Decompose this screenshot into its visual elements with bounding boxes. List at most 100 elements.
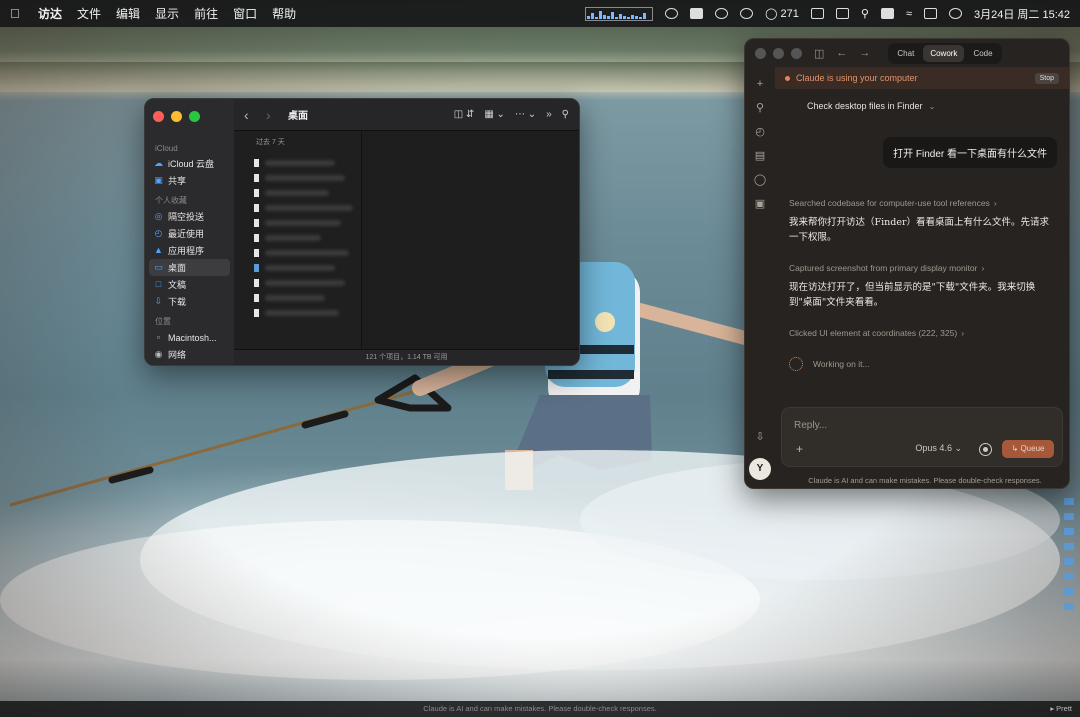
forward-arrow-icon[interactable]: → <box>859 47 870 59</box>
finder-column-1[interactable]: 过去 7 天 <box>234 131 362 349</box>
file-row[interactable] <box>254 203 353 213</box>
lightbulb-icon[interactable]: ◯ <box>753 173 767 187</box>
menu-file[interactable]: 文件 <box>77 5 101 22</box>
wechat-icon[interactable] <box>715 8 729 19</box>
folder-icon[interactable] <box>1064 528 1074 535</box>
cast-icon[interactable] <box>665 8 679 19</box>
file-row[interactable] <box>254 293 353 303</box>
search-icon[interactable]: ⚲ <box>753 101 767 115</box>
folder-icon[interactable] <box>1064 498 1074 505</box>
folder-icon[interactable] <box>1064 513 1074 520</box>
back-arrow-icon[interactable]: ← <box>836 47 847 59</box>
file-row[interactable] <box>254 308 353 318</box>
minimize-button[interactable] <box>773 47 784 59</box>
search-icon[interactable]: ⚲ <box>562 109 569 120</box>
folder-icon[interactable] <box>1064 603 1074 610</box>
close-button[interactable] <box>755 47 766 59</box>
bell-icon[interactable] <box>740 8 754 19</box>
finder-window[interactable]: iCloud ☁ iCloud 云盘 ▣ 共享 个人收藏 ◎ 隔空投送 ◴ 最近… <box>144 98 580 366</box>
sidebar-item-label: 网络 <box>168 350 187 360</box>
network-monitor-graph[interactable] <box>585 6 654 21</box>
menu-help[interactable]: 帮助 <box>272 5 296 22</box>
conversation: Check desktop files in Finder ⌄ 打开 Finder… <box>789 95 1057 395</box>
attach-icon[interactable]: + <box>796 442 803 456</box>
sidebar-item-downloads[interactable]: ⇩ 下载 <box>149 293 230 310</box>
sidebar-item-shared[interactable]: ▣ 共享 <box>149 172 230 189</box>
view-columns-icon[interactable]: ◫ ⇵ <box>454 109 475 120</box>
file-row[interactable] <box>254 248 353 258</box>
chevron-right-icon: › <box>993 198 997 208</box>
queue-button[interactable]: ↳ Queue <box>1002 440 1054 458</box>
column-group-header: 过去 7 天 <box>256 139 285 146</box>
chat-count-badge[interactable]: ◯ 271 <box>765 7 799 20</box>
folder-icon[interactable] <box>1064 543 1074 550</box>
download-icon[interactable]: ⇩ <box>753 430 767 444</box>
file-row[interactable] <box>254 263 353 273</box>
new-chat-icon[interactable]: + <box>753 77 767 91</box>
sidebar-item-macintosh-hd[interactable]: ▫ Macintosh... <box>149 329 230 346</box>
sidebar-item-label: 共享 <box>168 176 187 186</box>
minimize-button[interactable] <box>171 111 182 122</box>
sidebar-item-icloud-drive[interactable]: ☁ iCloud 云盘 <box>149 155 230 172</box>
zoom-button[interactable] <box>791 47 802 59</box>
tab-cowork[interactable]: Cowork <box>923 44 965 62</box>
more-actions-icon[interactable]: ⋯ ⌄ <box>515 109 536 120</box>
file-row[interactable] <box>254 158 353 168</box>
assistant-reply: 现在访达打开了，但当前显示的是"下载"文件夹。我来切换到"桌面"文件夹看看。 <box>789 282 1036 308</box>
folder-icon[interactable] <box>1064 588 1074 595</box>
file-row[interactable] <box>254 278 353 288</box>
tab-code[interactable]: Code <box>966 45 999 62</box>
tool-step[interactable]: Clicked UI element at coordinates (222, … <box>789 328 964 338</box>
menu-bar-clock[interactable]: 3月24日 周二 15:42 <box>974 6 1070 22</box>
sidebar-item-applications[interactable]: ▲ 应用程序 <box>149 242 230 259</box>
message-composer[interactable]: Reply... + Opus 4.6 ⌄ ↳ Queue <box>781 407 1063 467</box>
back-button[interactable]: ‹ <box>244 107 256 123</box>
finder-column-2[interactable] <box>362 131 579 349</box>
shield-icon[interactable] <box>810 8 824 19</box>
menu-go[interactable]: 前往 <box>194 5 218 22</box>
battery-icon[interactable] <box>880 8 894 19</box>
menu-view[interactable]: 显示 <box>155 5 179 22</box>
tab-chat[interactable]: Chat <box>890 45 921 62</box>
forward-button[interactable]: › <box>266 107 278 123</box>
search-icon[interactable]: ⚲ <box>861 7 869 20</box>
group-icon[interactable]: ▦ ⌄ <box>484 109 505 120</box>
task-title[interactable]: Check desktop files in Finder ⌄ <box>789 101 1057 111</box>
zoom-button[interactable] <box>189 111 200 122</box>
close-button[interactable] <box>153 111 164 122</box>
file-row[interactable] <box>254 188 353 198</box>
siri-icon[interactable] <box>949 8 962 19</box>
menu-app-name[interactable]: 访达 <box>38 5 62 22</box>
avatar[interactable]: Y <box>749 458 771 480</box>
record-icon[interactable] <box>979 443 992 456</box>
tool-step[interactable]: Captured screenshot from primary display… <box>789 263 984 273</box>
menu-window[interactable]: 窗口 <box>233 5 257 22</box>
file-row[interactable] <box>254 233 353 243</box>
folder-icon[interactable] <box>1064 558 1074 565</box>
stop-button[interactable]: Stop <box>1034 72 1059 84</box>
sidebar-item-recents[interactable]: ◴ 最近使用 <box>149 225 230 242</box>
reply-input[interactable]: Reply... <box>794 420 827 431</box>
history-icon[interactable]: ◴ <box>753 125 767 139</box>
sidebar-item-airdrop[interactable]: ◎ 隔空投送 <box>149 208 230 225</box>
files-icon[interactable]: ▤ <box>753 149 767 163</box>
control-center-icon[interactable] <box>924 8 937 19</box>
toolbox-icon[interactable]: ▣ <box>753 197 767 211</box>
claude-window[interactable]: ◫ ← → Chat Cowork Code + ⚲ ◴ ▤ ◯ ▣ ⇩ Y C… <box>744 38 1070 489</box>
menu-edit[interactable]: 编辑 <box>116 5 140 22</box>
sidebar-toggle-icon[interactable]: ◫ <box>814 47 824 60</box>
sidebar-item-documents[interactable]: □ 文稿 <box>149 276 230 293</box>
tool-step[interactable]: Searched codebase for computer-use tool … <box>789 198 997 208</box>
file-row[interactable] <box>254 173 353 183</box>
file-row[interactable] <box>254 218 353 228</box>
sync-icon[interactable] <box>835 8 849 19</box>
wifi-icon[interactable]: ≈ <box>906 8 912 20</box>
tool-step-label: Searched codebase for computer-use tool … <box>789 198 990 208</box>
apple-menu-icon[interactable]:  <box>10 6 24 21</box>
model-selector[interactable]: Opus 4.6 ⌄ <box>915 443 962 454</box>
sidebar-item-network[interactable]: ◉ 网络 <box>149 346 230 363</box>
expand-toolbar-icon[interactable]: » <box>546 109 552 120</box>
sidebar-item-desktop[interactable]: ▭ 桌面 <box>149 259 230 276</box>
screen-icon[interactable] <box>690 8 704 19</box>
folder-icon[interactable] <box>1064 573 1074 580</box>
